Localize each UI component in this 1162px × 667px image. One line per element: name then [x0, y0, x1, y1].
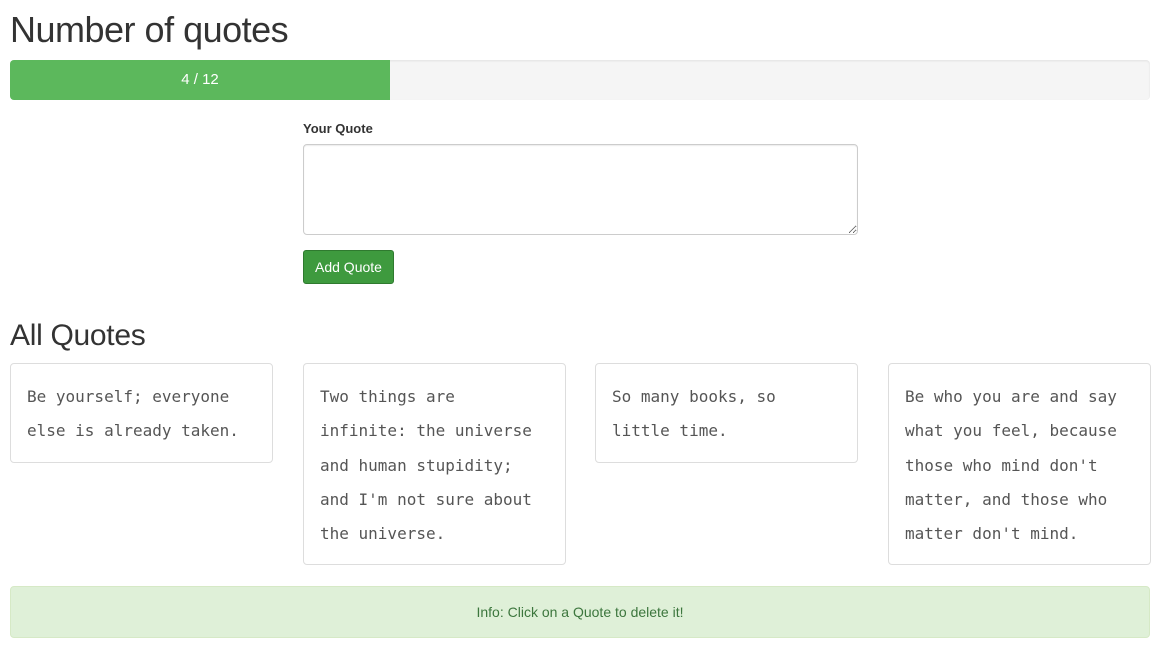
quote-card[interactable]: Be yourself; everyone else is already ta… [10, 363, 273, 463]
quote-card[interactable]: Two things are infinite: the universe an… [303, 363, 566, 566]
progress-label: 4 / 12 [181, 71, 219, 88]
add-quote-form: Your Quote Add Quote [303, 121, 858, 284]
quote-textarea[interactable] [303, 144, 858, 235]
add-quote-button[interactable]: Add Quote [303, 250, 394, 284]
page: Number of quotes 4 / 12 Your Quote Add Q… [0, 0, 1162, 667]
progress-bar-fill: 4 / 12 [10, 60, 390, 100]
quote-count-progress-bar: 4 / 12 [10, 60, 1150, 100]
quote-card[interactable]: So many books, so little time. [595, 363, 858, 463]
quote-card[interactable]: Be who you are and say what you feel, be… [888, 363, 1151, 566]
all-quotes-heading: All Quotes [10, 319, 146, 352]
page-title: Number of quotes [10, 9, 289, 50]
quote-input-label: Your Quote [303, 121, 373, 136]
info-alert: Info: Click on a Quote to delete it! [10, 586, 1150, 638]
